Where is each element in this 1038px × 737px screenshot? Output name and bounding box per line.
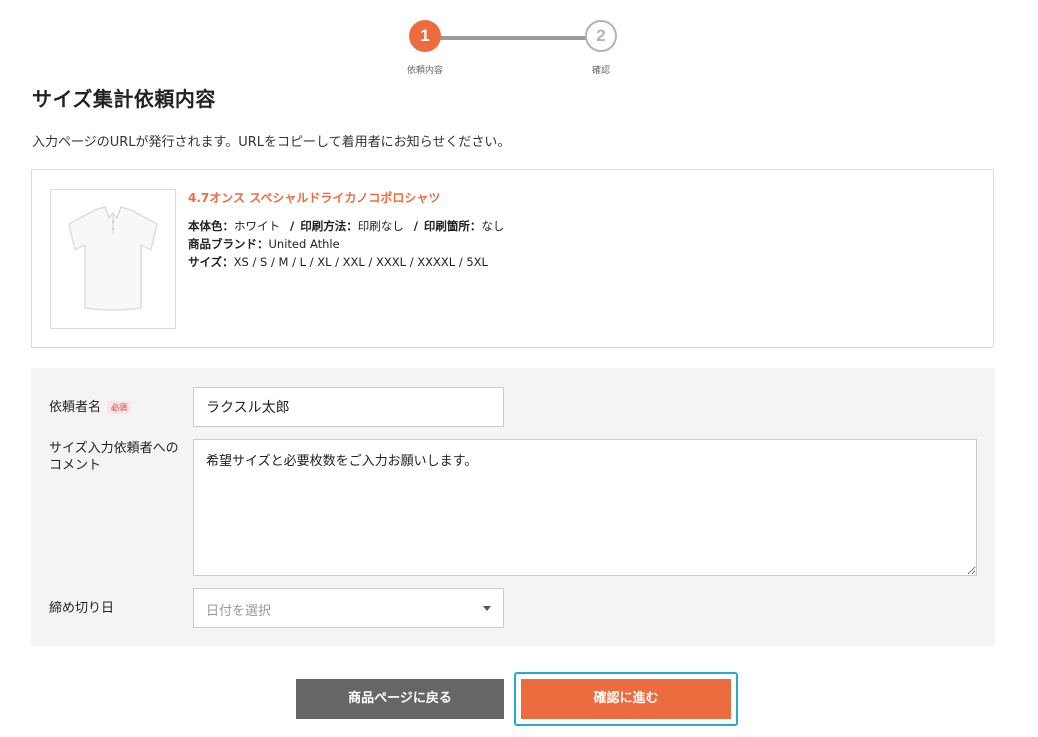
brand-label: 商品ブランド： [188,237,269,251]
comment-textarea[interactable]: 希望サイズと必要枚数をご入力お願いします。 [193,439,977,576]
requester-name-label-text: 依頼者名 [49,400,102,415]
spec-separator: / [290,219,295,233]
deadline-date-select[interactable]: 日付を選択 [193,588,504,628]
brand-row: 商品ブランド：United Athle [188,235,504,253]
size-row: サイズ：XS / S / M / L / XL / XXL / XXXL / X… [188,253,504,271]
product-card: 4.7オンス スペシャルドライカノコポロシャツ 本体色：ホワイト / 印刷方法：印刷… [31,169,994,348]
required-badge: 必須 [107,401,132,414]
comment-label-line1: サイズ入力依頼者への [49,441,179,456]
step-connector-line [425,36,601,40]
print-location-label: 印刷箇所： [423,219,482,233]
product-details: 本体色：ホワイト / 印刷方法：印刷なし / 印刷箇所：なし 商品ブランド：United… [188,217,504,271]
body-color-value: ホワイト [234,219,280,233]
progress-stepper: 1 2 依頼内容 確認 [0,10,1038,76]
size-value: XS / S / M / L / XL / XXL / XXXL / XXXXL… [233,255,488,269]
step-1-indicator: 1 [409,20,441,52]
product-thumbnail [50,189,176,329]
requester-name-label: 依頼者名 必須 [49,399,132,416]
size-label: サイズ： [188,255,234,269]
deadline-label: 締め切り日 [49,601,115,616]
polo-shirt-icon [68,206,158,311]
step-1-label: 依頼内容 [406,66,443,76]
requester-name-input[interactable] [193,387,504,427]
caret-down-icon [483,606,491,611]
back-to-product-button[interactable]: 商品ページに戻る [296,679,504,719]
page-title: サイズ集計依頼内容 [32,87,216,111]
spec-separator: / [413,219,418,233]
step-2-indicator: 2 [585,20,617,52]
request-form: 依頼者名必須 サイズ入力依頼者への コメント 希望サイズと必要枚数をご入力お願い… [31,368,995,646]
product-spec-row: 本体色：ホワイト / 印刷方法：印刷なし / 印刷箇所：なし [188,217,504,235]
brand-value: United Athle [268,237,340,251]
step-2-label: 確認 [591,66,610,76]
print-method-value: 印刷なし [357,219,404,233]
print-location-value: なし [481,219,505,233]
confirm-button-focus-ring: 確認に進む [514,672,738,726]
print-method-label: 印刷方法： [300,219,358,233]
proceed-to-confirm-button[interactable]: 確認に進む [521,679,731,719]
comment-label-line2: コメント [49,458,102,473]
date-placeholder: 日付を選択 [206,604,272,619]
body-color-label: 本体色： [188,219,234,233]
intro-text: 入力ページのURLが発行されます。URLをコピーして着用者にお知らせください。 [32,135,511,150]
comment-label: サイズ入力依頼者への コメント [49,440,179,474]
product-name-link[interactable]: 4.7オンス スペシャルドライカノコポロシャツ [188,189,440,206]
